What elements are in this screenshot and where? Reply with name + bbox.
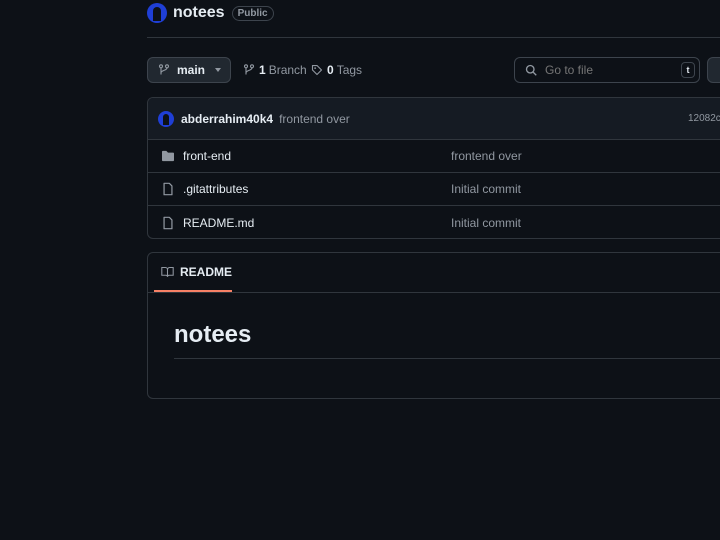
file-commit-message[interactable]: Initial commit [451,182,521,196]
owner-avatar[interactable] [147,3,167,23]
author-avatar[interactable] [158,110,174,127]
readme-panel: README notees [147,252,720,399]
branch-icon [158,64,170,76]
search-icon [525,64,537,76]
file-icon [161,216,175,230]
file-row[interactable]: .gitattributes Initial commit [148,173,720,206]
keyboard-shortcut-hint: t [681,62,695,78]
tag-icon [311,64,323,76]
file-commit-message[interactable]: Initial commit [451,216,521,230]
readme-heading: notees [174,321,252,348]
file-icon [161,182,175,196]
tags-label: Tags [336,63,363,77]
readme-tabbar: README [148,253,720,293]
add-file-button[interactable] [707,57,720,83]
repo-header: notees Public [147,2,274,24]
repo-name[interactable]: notees [173,4,225,22]
latest-commit-bar: abderrahim40k4 frontend over 12082c [148,98,720,140]
branches-label: Branch [268,63,307,77]
readme-heading-divider [174,358,720,359]
branch-name: main [177,63,206,77]
branch-icon [243,64,255,76]
file-name[interactable]: .gitattributes [183,182,248,196]
go-to-file-field[interactable]: t [514,57,700,83]
folder-icon [161,150,175,162]
header-divider [147,37,720,38]
tags-count: 0 [327,63,334,77]
readme-tab-label: README [180,264,233,279]
tab-readme[interactable]: README [154,253,232,292]
commit-message[interactable]: frontend over [279,112,350,126]
visibility-badge: Public [231,5,274,21]
file-row[interactable]: front-end frontend over [148,140,720,173]
go-to-file-input[interactable] [543,62,677,78]
tags-link[interactable]: 0 Tags [311,63,362,77]
commit-hash[interactable]: 12082c [688,113,720,124]
commit-author[interactable]: abderrahim40k4 [181,112,273,126]
branch-select-button[interactable]: main [147,57,231,83]
file-commit-message[interactable]: frontend over [451,149,522,163]
file-name[interactable]: front-end [183,149,231,163]
file-row[interactable]: README.md Initial commit [148,206,720,238]
branches-count: 1 [259,63,266,77]
book-icon [161,266,174,278]
file-browser: abderrahim40k4 frontend over 12082c fron… [147,97,720,239]
file-name[interactable]: README.md [183,216,254,230]
chevron-down-icon [215,68,222,72]
branches-link[interactable]: 1 Branch [243,63,307,77]
